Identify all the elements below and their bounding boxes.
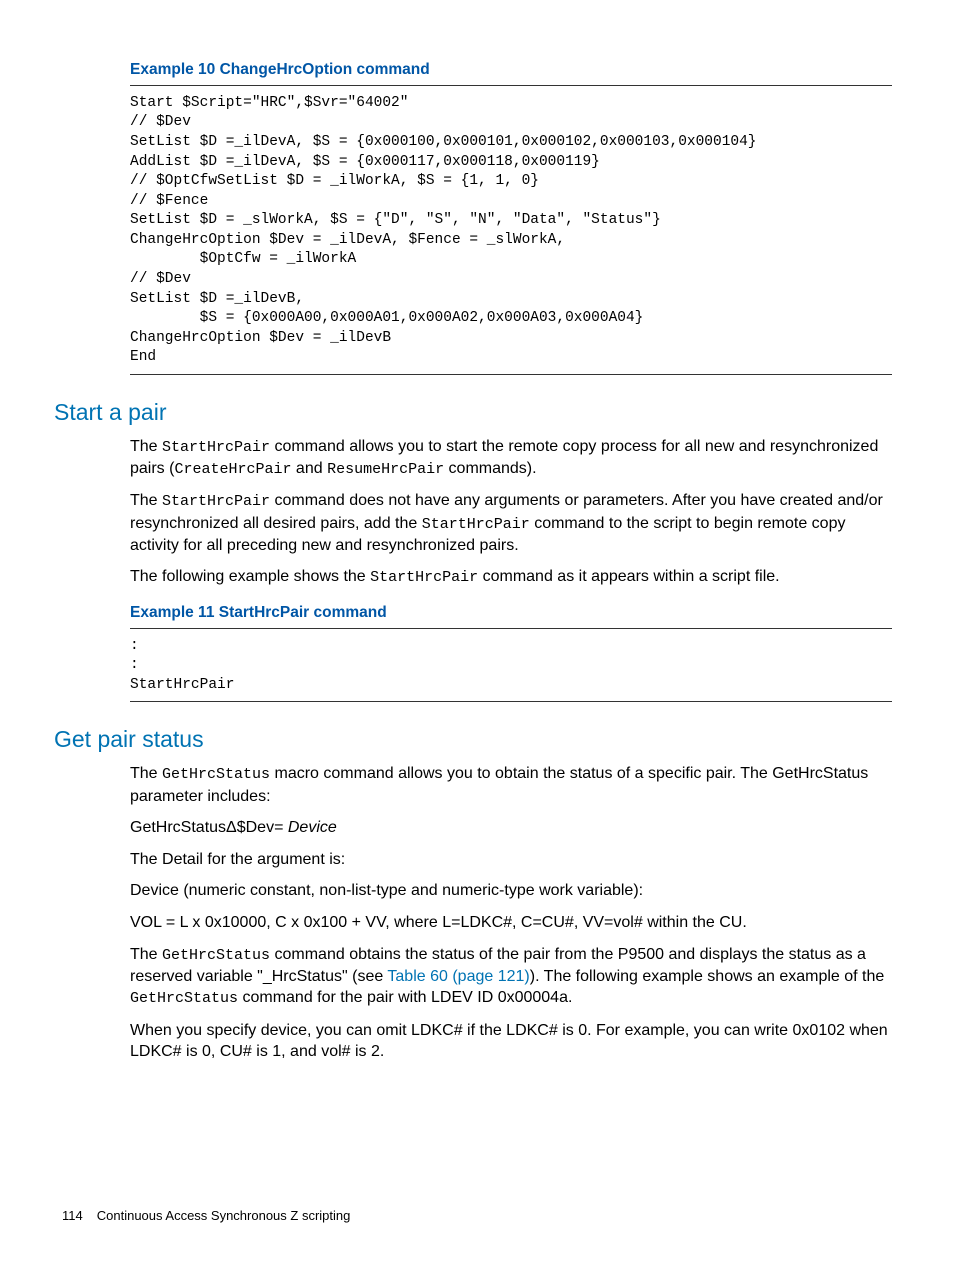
start-pair-p2: The StartHrcPair command does not have a… (130, 490, 892, 556)
heading-start-a-pair: Start a pair (54, 397, 892, 428)
get-status-p4: Device (numeric constant, non-list-type … (130, 880, 892, 902)
code-inline: StartHrcPair (370, 569, 478, 586)
heading-get-pair-status: Get pair status (54, 724, 892, 755)
page-footer: 114 Continuous Access Synchronous Z scrip… (62, 1207, 350, 1225)
get-pair-status-body: The GetHrcStatus macro command allows yo… (130, 763, 892, 1063)
text: The (130, 438, 162, 455)
example-11-code-box: : : StartHrcPair (130, 628, 892, 703)
cross-ref-link[interactable]: Table 60 (page 121) (387, 968, 529, 985)
text: command as it appears within a script fi… (478, 568, 779, 585)
start-a-pair-body: The StartHrcPair command allows you to s… (130, 436, 892, 702)
text: The (130, 492, 162, 509)
emphasis: Device (288, 819, 337, 836)
start-pair-p3: The following example shows the StartHrc… (130, 566, 892, 588)
code-inline: CreateHrcPair (174, 461, 291, 478)
text: command for the pair with LDEV ID 0x0000… (238, 989, 572, 1006)
text: ). The following example shows an exampl… (530, 968, 885, 985)
text: and (291, 460, 327, 477)
code-inline: GetHrcStatus (162, 947, 270, 964)
text: GetHrcStatusΔ$Dev= (130, 819, 288, 836)
get-status-p1: The GetHrcStatus macro command allows yo… (130, 763, 892, 807)
code-inline: GetHrcStatus (162, 766, 270, 783)
page-content: Example 10 ChangeHrcOption command Start… (0, 0, 954, 1063)
code-inline: StartHrcPair (162, 493, 270, 510)
example-10-code-box: Start $Script="HRC",$Svr="64002" // $Dev… (130, 85, 892, 375)
start-pair-p1: The StartHrcPair command allows you to s… (130, 436, 892, 481)
get-status-p2: GetHrcStatusΔ$Dev= Device (130, 817, 892, 839)
page-number: 114 (62, 1208, 83, 1223)
text: The (130, 946, 162, 963)
code-inline: StartHrcPair (422, 516, 530, 533)
example-10-title: Example 10 ChangeHrcOption command (130, 60, 892, 81)
code-inline: StartHrcPair (162, 439, 270, 456)
example-11-title: Example 11 StartHrcPair command (130, 603, 892, 624)
chapter-title: Continuous Access Synchronous Z scriptin… (97, 1208, 351, 1223)
text: commands). (444, 460, 536, 477)
get-status-p6: The GetHrcStatus command obtains the sta… (130, 944, 892, 1010)
example-10-block: Example 10 ChangeHrcOption command Start… (130, 60, 892, 375)
get-status-p7: When you specify device, you can omit LD… (130, 1020, 892, 1063)
text: The (130, 765, 162, 782)
example-10-code: Start $Script="HRC",$Svr="64002" // $Dev… (130, 94, 892, 368)
get-status-p5: VOL = L x 0x10000, C x 0x100 + VV, where… (130, 912, 892, 934)
code-inline: ResumeHrcPair (327, 461, 444, 478)
example-11-code: : : StartHrcPair (130, 637, 892, 696)
text: The following example shows the (130, 568, 370, 585)
code-inline: GetHrcStatus (130, 990, 238, 1007)
get-status-p3: The Detail for the argument is: (130, 849, 892, 871)
